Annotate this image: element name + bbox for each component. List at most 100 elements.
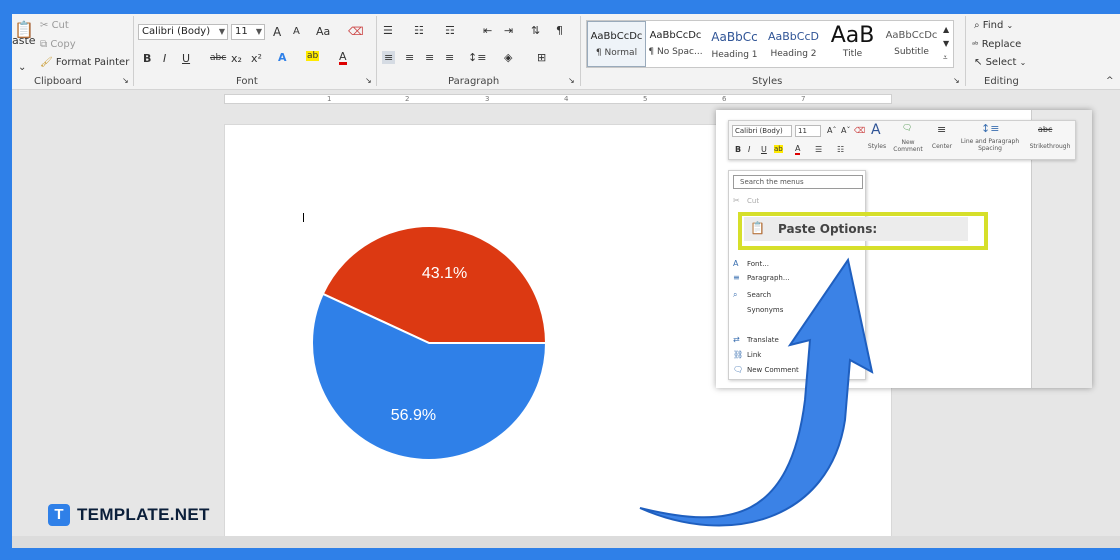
- chevron-down-icon: ▼: [218, 27, 225, 36]
- styles-more-icon[interactable]: ⩡: [943, 53, 948, 63]
- styles-scroll-down-icon[interactable]: ▼: [943, 39, 949, 48]
- style-heading-2[interactable]: AaBbCcD Heading 2: [764, 21, 823, 67]
- menu-search-input[interactable]: Search the menus: [733, 175, 863, 189]
- mini-clear-format-icon[interactable]: ⌫: [854, 126, 865, 135]
- context-menu: Search the menus ✂ Cut A Font... ≡ Paragrap…: [728, 170, 866, 380]
- increase-indent-icon[interactable]: ⇥: [504, 24, 513, 37]
- mini-font-combo[interactable]: Calibri (Body): [732, 125, 792, 137]
- mini-font-color-icon[interactable]: A: [795, 145, 801, 155]
- font-size-combo[interactable]: 11 ▼: [231, 24, 265, 40]
- clipboard-launcher-icon[interactable]: ↘: [122, 76, 129, 85]
- superscript-button[interactable]: x²: [251, 52, 262, 65]
- menu-item-search[interactable]: ⌕ Search: [733, 289, 771, 301]
- search-icon: ⌕: [733, 290, 738, 299]
- clear-formatting-icon[interactable]: ⌫: [348, 25, 364, 38]
- numbering-icon[interactable]: ☷: [414, 24, 424, 37]
- menu-item-cut[interactable]: ✂ Cut: [733, 195, 759, 207]
- style-title[interactable]: AaB Title: [823, 21, 882, 67]
- underline-button[interactable]: U: [182, 52, 190, 65]
- mini-toolbar: Calibri (Body) 11 Aˆ Aˇ ⌫ A Styles 🗨 New…: [728, 120, 1076, 160]
- find-button[interactable]: ⌕ Find ⌄: [974, 20, 1013, 31]
- italic-button[interactable]: I: [163, 52, 166, 65]
- menu-item-font[interactable]: A Font...: [733, 258, 769, 270]
- decrease-indent-icon[interactable]: ⇤: [483, 24, 492, 37]
- line-spacing-icon[interactable]: ↕≡: [981, 122, 999, 135]
- replace-button[interactable]: ᵃᵇ Replace: [972, 39, 1021, 50]
- menu-item-translate[interactable]: ⇄ Translate: [733, 334, 779, 346]
- select-button[interactable]: ↖ Select ⌄: [974, 57, 1026, 68]
- replace-icon: ᵃᵇ: [972, 40, 979, 49]
- style-no-spacing[interactable]: AaBbCcDc ¶ No Spac...: [646, 21, 705, 67]
- shading-icon[interactable]: ◈: [504, 51, 512, 64]
- new-comment-icon[interactable]: 🗨: [902, 123, 912, 132]
- menu-item-paragraph[interactable]: ≡ Paragraph...: [733, 272, 790, 284]
- new-comment-label: New Comment: [893, 139, 923, 153]
- collapse-ribbon-icon[interactable]: ^: [1106, 76, 1114, 86]
- font-color-button[interactable]: A: [339, 51, 347, 65]
- align-center-icon[interactable]: ≡: [405, 51, 414, 64]
- ruler-tick: 7: [801, 95, 806, 103]
- change-case-button[interactable]: Aa: [316, 25, 330, 38]
- scissors-icon: ✂: [733, 196, 740, 205]
- logo-icon: T: [48, 504, 70, 526]
- grow-font-icon[interactable]: A: [273, 25, 281, 39]
- font-group-label: Font: [236, 76, 258, 87]
- ruler-tick: 4: [564, 95, 569, 103]
- cut-button[interactable]: ✂ Cut: [40, 20, 69, 31]
- ruler-tick: 6: [722, 95, 727, 103]
- mini-size-combo[interactable]: 11: [795, 125, 821, 137]
- mini-italic-button[interactable]: I: [748, 145, 750, 154]
- styles-scroll-up-icon[interactable]: ▲: [943, 25, 949, 34]
- logo-text: TEMPLATE.NET: [77, 505, 210, 524]
- align-right-icon[interactable]: ≡: [425, 51, 434, 64]
- mini-bold-button[interactable]: B: [735, 145, 741, 154]
- scissors-icon: ✂: [40, 20, 49, 31]
- ruler-tick: 2: [405, 95, 410, 103]
- multilevel-list-icon[interactable]: ☶: [445, 24, 455, 37]
- shrink-font-icon[interactable]: A: [293, 26, 300, 37]
- mini-highlight-icon[interactable]: ab: [774, 145, 783, 153]
- ruler-tick: 1: [327, 95, 332, 103]
- text-effects-button[interactable]: A: [278, 51, 287, 64]
- justify-icon[interactable]: ≡: [445, 51, 454, 64]
- style-heading-1[interactable]: AaBbCc Heading 1: [705, 21, 764, 67]
- borders-icon[interactable]: ⊞: [537, 51, 546, 64]
- mini-styles-icon[interactable]: A: [871, 122, 881, 138]
- align-left-icon[interactable]: ≡: [382, 51, 396, 64]
- line-spacing-label: Line and Paragraph Spacing: [960, 138, 1020, 152]
- mini-bullets-icon[interactable]: ☰: [815, 145, 822, 154]
- highlight-button[interactable]: ab: [306, 51, 320, 61]
- styles-launcher-icon[interactable]: ↘: [953, 76, 960, 85]
- sort-icon[interactable]: ⇅: [531, 24, 540, 37]
- subscript-button[interactable]: x₂: [231, 52, 242, 65]
- strikethrough-icon[interactable]: abc: [1038, 125, 1052, 134]
- mini-numbering-icon[interactable]: ☷: [837, 145, 844, 154]
- style-subtitle[interactable]: AaBbCcDc Subtitle: [882, 21, 941, 67]
- editing-group-label: Editing: [984, 76, 1019, 87]
- show-formatting-icon[interactable]: ¶: [556, 24, 563, 37]
- menu-item-link[interactable]: ⛓ Link: [733, 349, 761, 361]
- search-icon: ⌕: [974, 20, 980, 31]
- chevron-down-icon: ▼: [255, 27, 262, 36]
- mini-shrink-font-icon[interactable]: Aˇ: [841, 126, 850, 135]
- horizontal-ruler[interactable]: 1 2 3 4 5 6 7: [224, 94, 892, 104]
- line-spacing-icon[interactable]: ↕≡: [468, 51, 486, 64]
- strikethrough-button[interactable]: abc: [210, 53, 226, 63]
- style-normal[interactable]: AaBbCcDc ¶ Normal: [587, 21, 646, 67]
- font-launcher-icon[interactable]: ↘: [365, 76, 372, 85]
- bullets-icon[interactable]: ☰: [383, 24, 393, 37]
- bold-button[interactable]: B: [143, 52, 151, 65]
- mini-underline-button[interactable]: U: [761, 145, 767, 154]
- link-icon: ⛓: [733, 350, 744, 359]
- format-painter-button[interactable]: 🖌 Format Painter: [40, 57, 129, 68]
- menu-item-synonyms[interactable]: Synonyms: [733, 304, 783, 316]
- menu-item-new-comment[interactable]: 🗨 New Comment: [733, 364, 799, 376]
- divider: [133, 16, 134, 86]
- pie-slice-label: 43.1%: [422, 265, 467, 282]
- paste-dropdown-icon[interactable]: ⌄: [18, 62, 26, 73]
- paragraph-launcher-icon[interactable]: ↘: [568, 76, 575, 85]
- font-name-combo[interactable]: Calibri (Body) ▼: [138, 24, 228, 40]
- mini-grow-font-icon[interactable]: Aˆ: [827, 126, 836, 135]
- copy-button[interactable]: ⧉ Copy: [40, 39, 76, 50]
- center-icon[interactable]: ≡: [937, 123, 946, 136]
